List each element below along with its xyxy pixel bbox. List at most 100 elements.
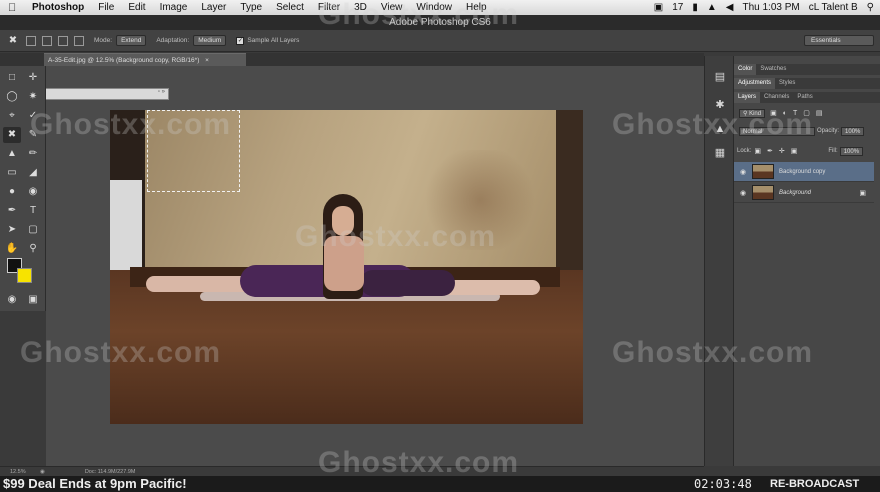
- battery-icon[interactable]: ▮: [692, 2, 698, 13]
- fill-input[interactable]: 100%: [839, 146, 864, 156]
- workspace-select[interactable]: Essentials: [804, 35, 874, 46]
- clock[interactable]: Thu 1:03 PM: [742, 2, 799, 13]
- adaptation-label: Adaptation:: [156, 37, 190, 44]
- intersect-selection-icon[interactable]: [74, 35, 84, 46]
- spotlight-icon[interactable]: ⚲: [867, 2, 874, 13]
- layer-row-background-copy[interactable]: ◉ Background copy: [734, 162, 874, 182]
- deal-banner: $99 Deal Ends at 9pm Pacific!: [3, 476, 187, 491]
- watermark: Ghostxx.com: [30, 108, 232, 141]
- dodge-tool-icon[interactable]: ◉: [24, 184, 42, 200]
- marquee-tool-icon[interactable]: □: [3, 70, 21, 86]
- opacity-input[interactable]: 100%: [841, 126, 865, 136]
- mode-select[interactable]: Extend: [116, 35, 147, 46]
- close-tab-icon[interactable]: ×: [205, 57, 209, 64]
- opacity-label: Opacity:: [817, 128, 840, 134]
- photo-skirt-right: [360, 270, 455, 296]
- hand-tool-icon[interactable]: ✋: [3, 241, 21, 257]
- layer-name: Background: [779, 189, 812, 196]
- watermark: Ghostxx.com: [318, 446, 520, 479]
- layer-name: Background copy: [779, 168, 826, 175]
- watermark: Ghostxx.com: [612, 336, 814, 369]
- adjustments-panel-tabs: Adjustments Styles: [734, 78, 880, 89]
- background-color-swatch[interactable]: [17, 268, 32, 283]
- screen-mode-icon[interactable]: ▣: [24, 292, 42, 308]
- info-panel-controls[interactable]: ▫ »: [158, 89, 165, 95]
- lock-position-icon[interactable]: ✛: [779, 147, 785, 155]
- document-image[interactable]: [110, 110, 583, 424]
- apple-icon[interactable]: : [8, 2, 22, 14]
- tab-layers[interactable]: Layers: [734, 92, 761, 103]
- menu-image[interactable]: Image: [160, 2, 188, 13]
- menu-file[interactable]: File: [98, 2, 114, 13]
- menu-layer[interactable]: Layer: [201, 2, 226, 13]
- lock-pixels-icon[interactable]: ✒: [767, 147, 773, 155]
- lasso-tool-icon[interactable]: ◯: [3, 89, 21, 105]
- tab-channels[interactable]: Channels: [760, 92, 793, 103]
- layer-thumbnail: [752, 185, 774, 200]
- watermark: Ghostxx.com: [20, 336, 222, 369]
- menu-extras: ▣ 17 ▮ ▲ ◀ Thu 1:03 PM cL Talent B ⚲: [654, 0, 874, 15]
- rebroadcast-label: RE-BROADCAST: [770, 478, 860, 490]
- crop-tool-icon[interactable]: ⌖: [3, 108, 21, 124]
- tab-paths[interactable]: Paths: [793, 92, 816, 103]
- adaptation-select[interactable]: Medium: [193, 35, 227, 46]
- document-tab-title: A-35-Edit.jpg @ 12.5% (Background copy, …: [48, 57, 200, 64]
- eraser-tool-icon[interactable]: ▭: [3, 165, 21, 181]
- options-bar: ✖ Mode: Extend Adaptation: Medium ✓ Samp…: [0, 30, 880, 52]
- tab-styles[interactable]: Styles: [775, 78, 799, 89]
- quick-select-tool-icon[interactable]: ✷: [24, 89, 42, 105]
- user-name[interactable]: cL Talent B: [809, 2, 858, 13]
- path-select-tool-icon[interactable]: ➤: [3, 222, 21, 238]
- quick-mask-icon[interactable]: ◉: [3, 292, 21, 308]
- visibility-eye-icon[interactable]: ◉: [734, 168, 752, 176]
- subtract-selection-icon[interactable]: [58, 35, 68, 46]
- blur-tool-icon[interactable]: ●: [3, 184, 21, 200]
- menu-edit[interactable]: Edit: [128, 2, 145, 13]
- countdown-timer: 02:03:48: [694, 477, 752, 491]
- layer-lock-icon: ▣: [859, 189, 866, 197]
- gradient-tool-icon[interactable]: ◢: [24, 165, 42, 181]
- status-icon[interactable]: ◉: [40, 469, 45, 475]
- layer-row-background[interactable]: ◉ Background ▣: [734, 183, 874, 203]
- menu-select[interactable]: Select: [276, 2, 304, 13]
- menu-type[interactable]: Type: [240, 2, 262, 13]
- sample-all-layers-checkbox[interactable]: ✓: [236, 36, 245, 45]
- zoom-tool-icon[interactable]: ⚲: [24, 241, 42, 257]
- watermark: Ghostxx.com: [612, 108, 814, 141]
- status-badge[interactable]: 17: [672, 2, 683, 13]
- menu-app-name[interactable]: Photoshop: [32, 2, 84, 13]
- shape-tool-icon[interactable]: ▢: [24, 222, 42, 238]
- mode-label: Mode:: [94, 37, 113, 44]
- color-panel-tabs: Color Swatches: [734, 64, 880, 75]
- new-selection-icon[interactable]: [26, 35, 36, 46]
- watermark: Ghostxx.com: [318, 0, 520, 31]
- tab-swatches[interactable]: Swatches: [756, 64, 790, 75]
- screen-root:  Photoshop File Edit Image Layer Type S…: [0, 0, 880, 492]
- status-icon[interactable]: ▣: [654, 2, 663, 13]
- move-tool-icon[interactable]: ✛: [24, 70, 42, 86]
- tab-adjustments[interactable]: Adjustments: [734, 78, 776, 89]
- tab-color[interactable]: Color: [734, 64, 757, 75]
- type-tool-icon[interactable]: T: [24, 203, 42, 219]
- content-aware-move-icon[interactable]: ✖: [6, 34, 20, 48]
- add-selection-icon[interactable]: [42, 35, 52, 46]
- history-panel-icon[interactable]: ▤: [713, 70, 727, 84]
- floating-info-panel[interactable]: ▫ »: [31, 88, 169, 100]
- wifi-icon[interactable]: ▲: [707, 2, 717, 13]
- content-aware-move-tool-icon[interactable]: ✖: [3, 127, 21, 143]
- lock-all-icon[interactable]: ▣: [791, 147, 798, 155]
- pen-tool-icon[interactable]: ✒: [3, 203, 21, 219]
- lock-transparency-icon[interactable]: ▣: [754, 147, 761, 155]
- zoom-level[interactable]: 12.5%: [0, 469, 40, 475]
- properties-panel-icon[interactable]: ▦: [713, 146, 727, 160]
- smart-object-filter-icon[interactable]: ▤: [816, 109, 823, 117]
- document-tab[interactable]: A-35-Edit.jpg @ 12.5% (Background copy, …: [44, 53, 246, 66]
- layer-thumbnail: [752, 164, 774, 179]
- lock-label: Lock:: [737, 148, 752, 154]
- history-brush-tool-icon[interactable]: ✏: [24, 146, 42, 162]
- visibility-eye-icon[interactable]: ◉: [734, 189, 752, 197]
- volume-icon[interactable]: ◀: [726, 2, 734, 13]
- photo-right-leg: [440, 280, 540, 295]
- layers-panel-tabs: Layers Channels Paths: [734, 92, 880, 103]
- clone-stamp-tool-icon[interactable]: ▲: [3, 146, 21, 162]
